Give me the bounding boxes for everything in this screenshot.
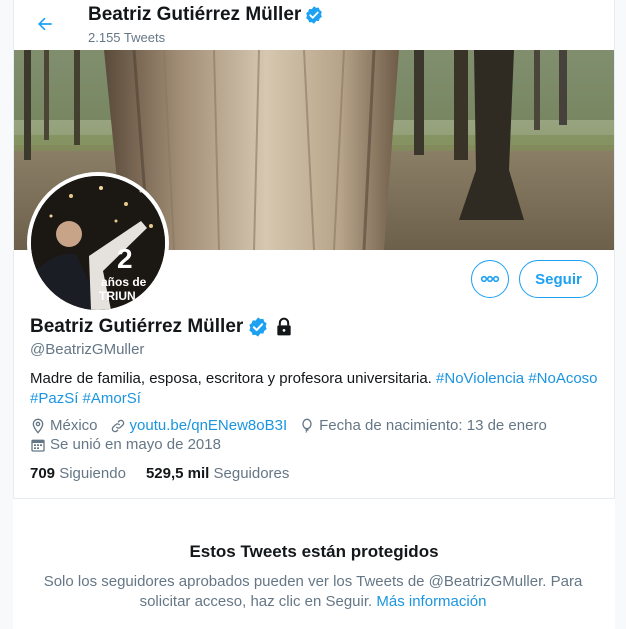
profile-avatar[interactable]: 2 años de TRIUN: [27, 172, 169, 314]
hashtag-link[interactable]: #PazSí: [30, 390, 78, 407]
more-info-link[interactable]: Más información: [376, 593, 486, 610]
birthday-item: Fecha de nacimiento: 13 de enero: [299, 417, 547, 434]
tweet-count: 2.155 Tweets: [88, 30, 166, 45]
link-icon: [111, 419, 124, 432]
location-text: México: [50, 417, 98, 434]
followers-stat[interactable]: 529,5 mil Seguidores: [146, 465, 289, 482]
website-item: youtu.be/qnENew8oB3I: [110, 417, 288, 434]
birthday-text: Fecha de nacimiento: 13 de enero: [319, 417, 547, 434]
back-button[interactable]: [30, 9, 60, 39]
more-button[interactable]: [471, 260, 509, 298]
avatar-badge-line2: TRIUN: [99, 289, 136, 303]
header-name: Beatriz Gutiérrez Müller: [88, 4, 302, 25]
profile-header: Beatriz Gutiérrez Müller 2.155 Tweets: [14, 0, 614, 50]
follow-stats: 709 Siguiendo 529,5 mil Seguidores: [30, 465, 309, 482]
back-arrow-icon: [38, 17, 52, 31]
verified-badge-icon: [249, 317, 267, 337]
balloon-icon: [302, 418, 312, 433]
profile-meta: México youtu.be/qnENew8oB3I Fecha de nac…: [30, 417, 559, 434]
location-item: México: [30, 417, 98, 434]
profile-joined-row: Se unió en mayo de 2018: [30, 436, 233, 453]
protected-text-block: Solo los seguidores aprobados pueden ver…: [43, 572, 583, 612]
website-link[interactable]: youtu.be/qnENew8oB3I: [130, 417, 288, 434]
follow-button[interactable]: Seguir: [519, 260, 598, 298]
following-stat[interactable]: 709 Siguiendo: [30, 465, 126, 482]
hashtag-link[interactable]: #NoAcoso: [528, 370, 597, 387]
following-count: 709: [30, 465, 56, 482]
followers-label: Seguidores: [213, 465, 290, 482]
header-name-row: Beatriz Gutiérrez Müller: [88, 4, 324, 26]
profile-name: Beatriz Gutiérrez Müller: [30, 316, 244, 337]
joined-item: Se unió en mayo de 2018: [30, 436, 221, 453]
verified-badge-icon: [306, 6, 323, 24]
more-icon: [480, 275, 500, 283]
profile-bio: Madre de familia, esposa, escritora y pr…: [30, 369, 600, 409]
profile-name-row: Beatriz Gutiérrez Müller: [30, 316, 294, 338]
lock-icon: [277, 317, 291, 336]
protected-notice: Estos Tweets están protegidos Solo los s…: [13, 499, 615, 629]
protected-title: Estos Tweets están protegidos: [189, 542, 439, 561]
location-icon: [32, 418, 44, 434]
hashtag-link[interactable]: #AmorSí: [83, 390, 141, 407]
protected-text: Solo los seguidores aprobados pueden ver…: [43, 573, 583, 610]
followers-count: 529,5 mil: [145, 465, 210, 482]
avatar-badge-line1: años de: [101, 275, 147, 289]
following-label: Siguiendo: [59, 465, 126, 482]
avatar-badge-number: 2: [117, 243, 133, 274]
profile-column: Beatriz Gutiérrez Müller 2.155 Tweets 2 …: [13, 0, 615, 499]
calendar-icon: [31, 439, 45, 452]
avatar-image: 2 años de TRIUN: [31, 176, 165, 310]
hashtag-link[interactable]: #NoViolencia: [436, 370, 524, 387]
bio-text: Madre de familia, esposa, escritora y pr…: [30, 370, 432, 387]
joined-text: Se unió en mayo de 2018: [50, 436, 221, 453]
profile-handle: @BeatrizGMuller: [30, 341, 145, 358]
